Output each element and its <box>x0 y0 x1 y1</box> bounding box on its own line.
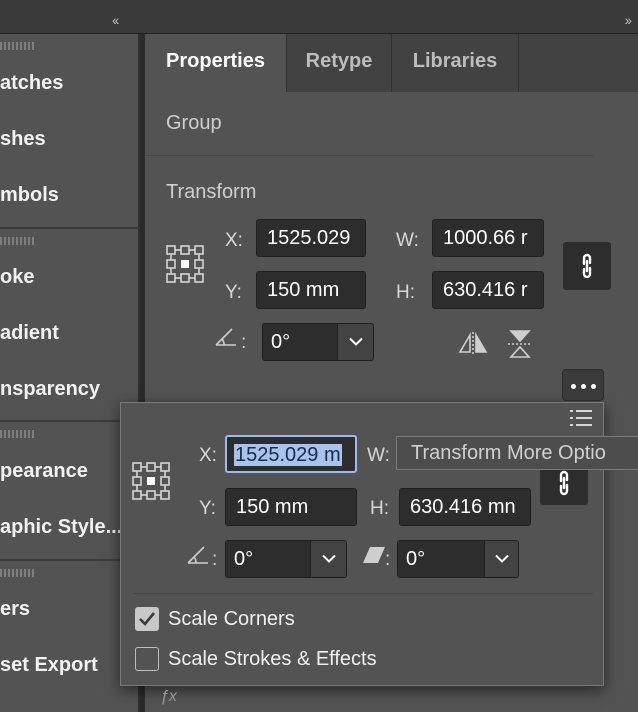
x-position-field[interactable]: 1525.029 <box>256 219 366 257</box>
x-label: X: <box>225 230 243 251</box>
shear-angle-dropdown[interactable] <box>485 540 519 578</box>
h-label: H: <box>370 498 389 519</box>
chevron-down-icon <box>348 337 363 346</box>
angle-label: : <box>241 332 247 353</box>
height-field[interactable]: 630.416 r <box>432 271 544 309</box>
shear-angle-field[interactable]: 0° <box>397 540 485 578</box>
x-position-value: 1525.029 m <box>234 444 342 466</box>
panel-menu-icon[interactable] <box>569 409 593 427</box>
divider <box>0 420 140 422</box>
tab-retype[interactable]: Retype <box>287 34 391 92</box>
drag-grip-icon[interactable] <box>0 430 36 438</box>
divider <box>0 559 140 561</box>
more-options-button[interactable] <box>562 369 604 401</box>
panel-top-bar: ‹‹ ›› <box>0 0 638 34</box>
left-panel-dock: atches shes mbols oke adient nsparency p… <box>0 34 140 712</box>
scale-corners-label: Scale Corners <box>168 608 295 630</box>
w-label: W: <box>396 230 419 251</box>
drag-grip-icon[interactable] <box>0 569 36 577</box>
collapse-left-icon[interactable]: ‹‹ <box>112 12 119 28</box>
shear-icon <box>363 547 385 563</box>
reference-point-icon[interactable] <box>132 462 170 500</box>
shear-label: : <box>385 549 391 570</box>
collapse-right-icon[interactable]: ›› <box>625 12 632 28</box>
flip-horizontal-icon[interactable] <box>458 331 488 357</box>
scale-strokes-effects-checkbox[interactable] <box>135 647 159 671</box>
group-label: Group <box>166 112 222 134</box>
left-item-swatches[interactable]: atches <box>0 72 63 95</box>
checkmark-icon <box>139 612 156 626</box>
h-label: H: <box>396 282 415 303</box>
link-icon <box>582 253 592 279</box>
rotate-angle-field[interactable]: 0° <box>262 323 338 361</box>
x-label: X: <box>199 445 217 466</box>
left-item-gradient[interactable]: adient <box>0 322 59 345</box>
divider <box>0 227 140 229</box>
y-label: Y: <box>225 282 242 303</box>
chevron-down-icon <box>321 554 336 563</box>
y-label: Y: <box>199 498 216 519</box>
y-position-field[interactable]: 150 mm <box>256 271 366 309</box>
rotate-label: : <box>212 549 218 570</box>
fx-icon[interactable]: ƒx <box>160 688 177 706</box>
left-item-symbols[interactable]: mbols <box>0 184 59 207</box>
link-icon <box>559 470 569 496</box>
chevron-down-icon <box>494 554 509 563</box>
constrain-proportions-button[interactable] <box>563 242 611 290</box>
divider <box>133 593 593 594</box>
w-label: W: <box>367 445 390 466</box>
left-item-transparency[interactable]: nsparency <box>0 378 100 401</box>
rotate-angle-field[interactable]: 0° <box>225 540 311 578</box>
y-position-field[interactable]: 150 mm <box>225 488 357 526</box>
left-item-brushes[interactable]: shes <box>0 128 46 151</box>
width-field[interactable]: 1000.66 r <box>432 219 544 257</box>
rotate-angle-dropdown[interactable] <box>311 540 347 578</box>
reference-point-icon[interactable] <box>166 245 204 283</box>
drag-grip-icon[interactable] <box>0 42 36 50</box>
left-item-asset-export[interactable]: set Export <box>0 654 98 677</box>
tab-properties[interactable]: Properties <box>145 34 286 92</box>
drag-grip-icon[interactable] <box>0 237 36 245</box>
left-item-stroke[interactable]: oke <box>0 266 34 289</box>
tab-libraries[interactable]: Libraries <box>392 34 518 92</box>
divider <box>518 34 519 92</box>
left-item-layers[interactable]: ers <box>0 598 30 621</box>
scale-strokes-effects-label: Scale Strokes & Effects <box>168 648 377 670</box>
left-item-appearance[interactable]: pearance <box>0 460 88 483</box>
flip-vertical-icon[interactable] <box>507 329 533 359</box>
transform-section-title: Transform <box>166 181 257 203</box>
height-field[interactable]: 630.416 mn <box>399 488 531 526</box>
divider <box>145 155 593 156</box>
angle-icon <box>215 328 236 346</box>
angle-icon <box>187 546 208 564</box>
left-item-graphic-styles[interactable]: aphic Style... <box>0 516 122 539</box>
tooltip: Transform More Optio <box>396 436 638 470</box>
x-position-field[interactable]: 1525.029 m <box>225 435 357 473</box>
tab-bar: Properties Retype Libraries <box>145 34 638 92</box>
rotate-angle-dropdown[interactable] <box>338 323 374 361</box>
scale-corners-checkbox[interactable] <box>135 607 159 631</box>
